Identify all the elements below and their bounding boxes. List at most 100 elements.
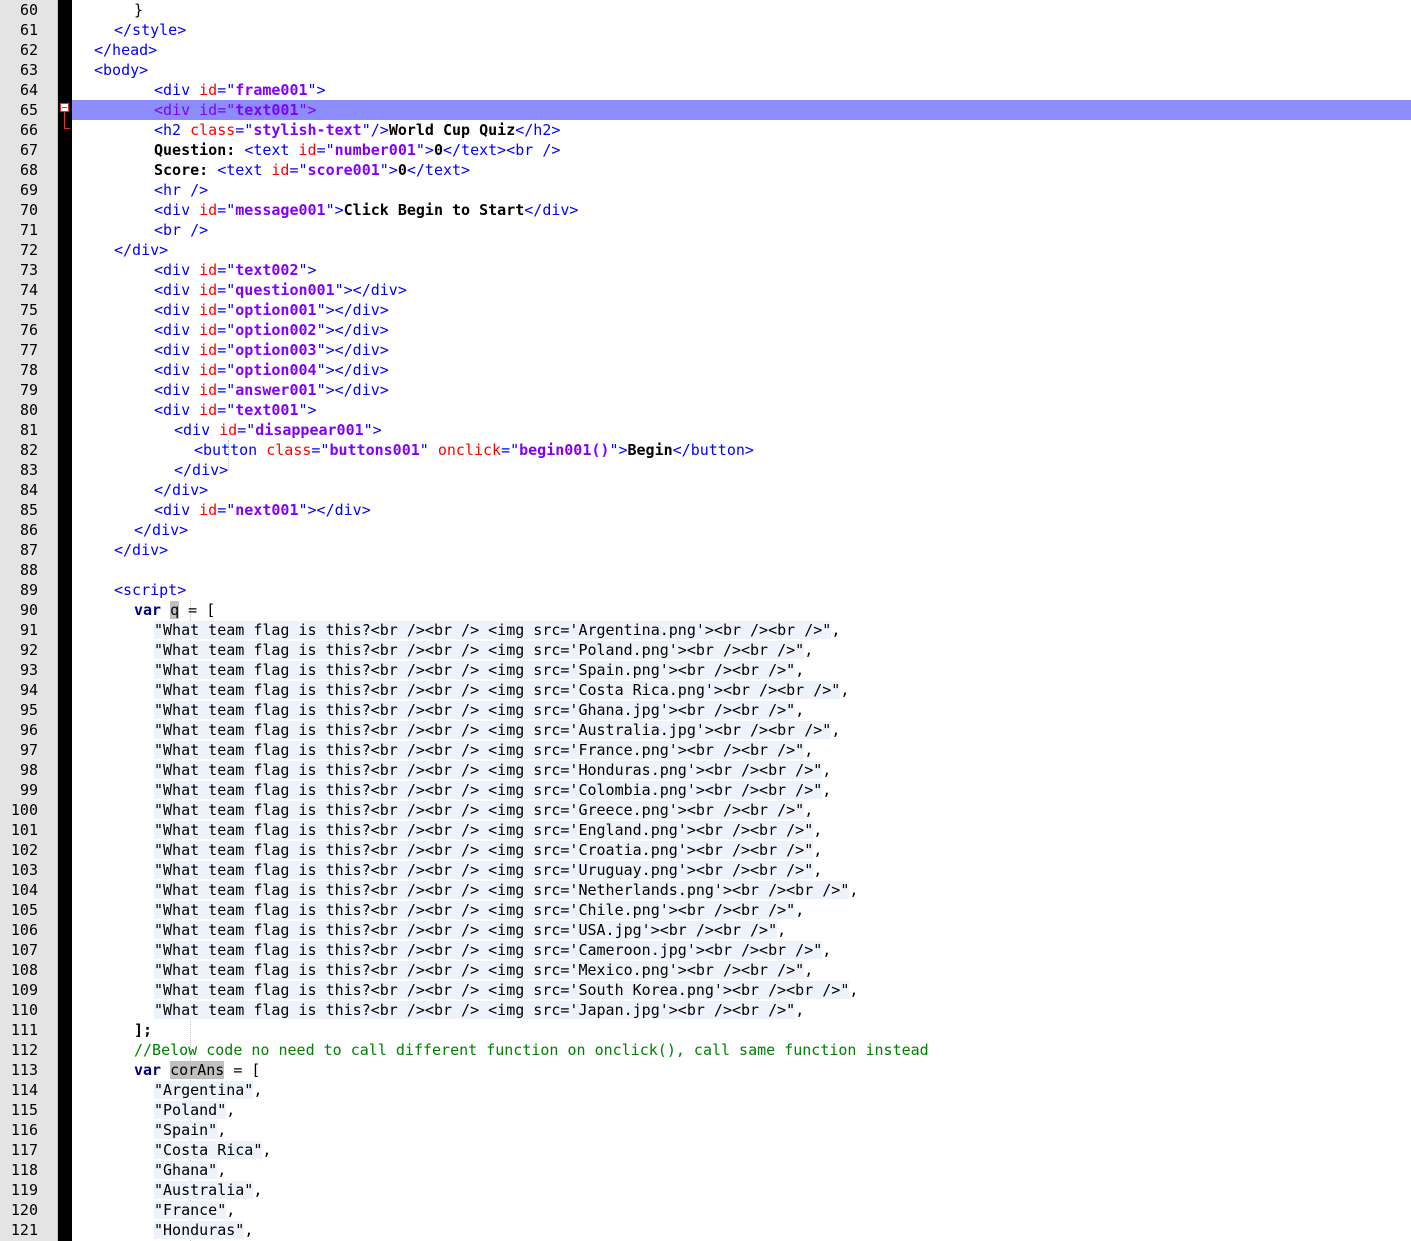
code-token: id [271,161,290,179]
code-line[interactable]: 67 Question: <text id="number001">0</text… [20,140,1411,160]
code-line[interactable]: 121 "Honduras", [11,1220,1411,1240]
code-token: option001 [235,301,317,319]
code-line[interactable]: 64 <div id="frame001"> [20,80,1411,100]
code-line[interactable]: 66 <h2 class="stylish-text"/>World Cup Qu… [20,120,1411,140]
code-token: "What team flag is this?<br /><br /> <im… [154,861,814,879]
code-line[interactable]: 63 <body> [20,60,1411,80]
code-line[interactable]: 105 "What team flag is this?<br /><br /> … [11,900,1411,920]
code-line[interactable]: 93 "What team flag is this?<br /><br /> <… [20,660,1411,680]
code-line[interactable]: 74 <div id="question001"></div> [20,280,1411,300]
code-content: "France", [154,1200,235,1220]
code-line[interactable]: 86 </div> [20,520,1411,540]
code-line[interactable]: 103 "What team flag is this?<br /><br /> … [11,860,1411,880]
code-token: World Cup Quiz [388,121,516,139]
code-line[interactable]: 85 <div id="next001"></div> [20,500,1411,520]
code-token: buttons001 [329,441,420,459]
code-line[interactable]: 92 "What team flag is this?<br /><br /> <… [20,640,1411,660]
code-line[interactable]: 94 "What team flag is this?<br /><br /> <… [20,680,1411,700]
code-line[interactable]: 70 <div id="message001">Click Begin to St… [20,200,1411,220]
code-line[interactable]: 95 "What team flag is this?<br /><br /> <… [20,700,1411,720]
code-token: =" [217,501,236,519]
code-token: "> [307,81,326,99]
code-line[interactable]: 84 </div> [20,480,1411,500]
line-number: 68 [19,161,38,179]
code-line[interactable]: 83 </div> [20,460,1411,480]
code-line[interactable]: 72 </div> [20,240,1411,260]
code-text-area[interactable]: 60} 61 </style> 62 </head> 63 <body> 64 <div id=… [11,0,1411,1241]
code-line[interactable]: 89 <script> [20,580,1411,600]
code-line[interactable]: 62 </head> [20,40,1411,60]
code-token: id [199,321,218,339]
code-token: id [199,81,218,99]
code-line[interactable]: 75 <div id="option001"></div> [20,300,1411,320]
code-line[interactable]: 82 <button class="buttons001" onclick="be… [20,440,1411,460]
code-content: </div> [114,540,168,560]
code-token: , [795,1001,805,1019]
code-line[interactable]: 91 "What team flag is this?<br /><br /> <… [20,620,1411,640]
code-token: id [199,341,218,359]
code-line[interactable]: 77 <div id="option003"></div> [20,340,1411,360]
line-number: 79 [19,381,38,399]
code-token: "> [379,161,398,179]
code-token: , [253,1081,263,1099]
code-line[interactable]: 109 "What team flag is this?<br /><br /> … [11,980,1411,1000]
code-content: <h2 class="stylish-text"/>World Cup Quiz… [154,120,560,140]
code-line[interactable]: 80 <div id="text001"> [20,400,1411,420]
code-line[interactable]: 101 "What team flag is this?<br /><br /> … [11,820,1411,840]
code-line[interactable]: 108 "What team flag is this?<br /><br /> … [11,960,1411,980]
code-line[interactable]: 79 <div id="answer001"></div> [20,380,1411,400]
code-line[interactable]: 60} [20,0,1411,20]
code-line[interactable]: 106 "What team flag is this?<br /><br /> … [11,920,1411,940]
code-line[interactable]: 107 "What team flag is this?<br /><br /> … [11,940,1411,960]
code-token: <div [174,421,220,439]
code-token: Question: [154,141,245,159]
code-line[interactable]: 87 </div> [20,540,1411,560]
code-line[interactable]: 120 "France", [11,1200,1411,1220]
code-line[interactable]: 76 <div id="option002"></div> [20,320,1411,340]
code-line[interactable]: 114 "Argentina", [11,1080,1411,1100]
code-token: "></div> [298,501,371,519]
code-content: "Poland", [154,1100,235,1120]
code-line[interactable]: 115 "Poland", [11,1100,1411,1120]
code-line[interactable]: 78 <div id="option004"></div> [20,360,1411,380]
code-line[interactable]: 68 Score: <text id="score001">0</text> [20,160,1411,180]
code-line[interactable]: 81 <div id="disappear001"> [20,420,1411,440]
code-line[interactable]: 112 //Below code no need to call differen… [11,1040,1411,1060]
code-line[interactable]: 116 "Spain", [11,1120,1411,1140]
code-token: id [199,381,218,399]
code-line[interactable]: 90 var q = [ [20,600,1411,620]
code-line[interactable]: 104 "What team flag is this?<br /><br /> … [11,880,1411,900]
code-line[interactable]: 113 var corAns = [ [11,1060,1411,1080]
code-line-current[interactable]: 65 <div id="text001"> [20,100,1411,120]
code-token: q [170,601,180,619]
code-token: </h2> [515,121,561,139]
code-editor[interactable]: 60} 61 </style> 62 </head> 63 <body> 64 <div id=… [0,0,1411,1241]
code-line[interactable]: 111]; [11,1020,1411,1040]
code-line[interactable]: 71 <br /> [20,220,1411,240]
code-token: =" [501,441,520,459]
code-line[interactable]: 88 [20,560,1411,580]
code-line[interactable]: 97 "What team flag is this?<br /><br /> <… [20,740,1411,760]
fold-collapse-icon[interactable] [60,103,69,112]
code-token: <text [217,161,272,179]
code-line[interactable]: 96 "What team flag is this?<br /><br /> <… [20,720,1411,740]
code-line[interactable]: 73 <div id="text002"> [20,260,1411,280]
code-line[interactable]: 100 "What team flag is this?<br /><br /> … [11,800,1411,820]
code-line[interactable]: 99 "What team flag is this?<br /><br /> <… [20,780,1411,800]
code-line[interactable]: 102 "What team flag is this?<br /><br /> … [11,840,1411,860]
code-line[interactable]: 98 "What team flag is this?<br /><br /> <… [20,760,1411,780]
fold-margin[interactable] [58,0,72,1241]
code-token: <text [244,141,299,159]
code-line[interactable]: 117 "Costa Rica", [11,1140,1411,1160]
code-line[interactable]: 119 "Australia", [11,1180,1411,1200]
line-number: 86 [19,521,38,539]
code-line[interactable]: 69 <hr /> [20,180,1411,200]
fold-guide-line [64,112,65,129]
code-content: <div id="text001"> [154,400,317,420]
code-token: , [831,721,841,739]
code-token: id [199,281,218,299]
code-line[interactable]: 61 </style> [20,20,1411,40]
code-token: </div> [154,481,209,499]
code-line[interactable]: 118 "Ghana", [11,1160,1411,1180]
code-line[interactable]: 110 "What team flag is this?<br /><br /> … [11,1000,1411,1020]
